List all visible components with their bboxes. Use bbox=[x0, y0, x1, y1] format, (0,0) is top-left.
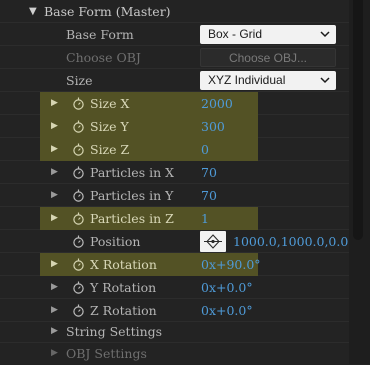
stopwatch-icon[interactable] bbox=[72, 258, 85, 271]
size-z-value[interactable]: 0 bbox=[201, 138, 209, 161]
triangle-down-icon[interactable]: ▼ bbox=[29, 0, 37, 23]
effect-controls-panel: ▼ Base Form (Master) Base Form Box - Gri… bbox=[0, 0, 349, 364]
row-y-rotation: ▶ Y Rotation 0x+0.0° bbox=[0, 276, 349, 299]
section-title: Base Form (Master) bbox=[44, 4, 171, 19]
stopwatch-icon[interactable] bbox=[72, 281, 85, 294]
triangle-right-icon[interactable]: ▶ bbox=[51, 342, 58, 365]
base-form-dropdown[interactable]: Box - Grid bbox=[200, 25, 336, 44]
position-value[interactable]: 1000.0,1000.0,0.0 bbox=[233, 230, 348, 253]
size-label: Size bbox=[66, 73, 93, 88]
choose-obj-label: Choose OBJ bbox=[66, 50, 141, 65]
triangle-right-icon[interactable]: ▶ bbox=[51, 253, 58, 276]
size-x-value[interactable]: 2000 bbox=[201, 92, 233, 115]
triangle-right-icon[interactable]: ▶ bbox=[51, 161, 58, 184]
choose-obj-value: Choose OBJ... bbox=[228, 51, 308, 65]
row-particles-z: ▶ Particles in Z 1 bbox=[0, 207, 349, 230]
triangle-right-icon[interactable]: ▶ bbox=[51, 299, 58, 322]
row-particles-x: ▶ Particles in X 70 bbox=[0, 161, 349, 184]
stopwatch-icon[interactable] bbox=[72, 166, 85, 179]
size-z-label: Size Z bbox=[90, 142, 130, 157]
row-z-rotation: ▶ Z Rotation 0x+0.0° bbox=[0, 299, 349, 322]
row-x-rotation: ▶ X Rotation 0x+90.0° bbox=[0, 253, 349, 276]
particles-z-value[interactable]: 1 bbox=[201, 207, 209, 230]
particles-y-value[interactable]: 70 bbox=[201, 184, 217, 207]
size-y-value[interactable]: 300 bbox=[201, 115, 225, 138]
row-size: Size XYZ Individual bbox=[0, 69, 349, 92]
choose-obj-button[interactable]: Choose OBJ... bbox=[200, 48, 336, 67]
particles-y-label: Particles in Y bbox=[90, 188, 174, 203]
point-picker-button[interactable] bbox=[200, 231, 226, 252]
base-form-label: Base Form bbox=[66, 27, 134, 42]
triangle-right-icon[interactable]: ▶ bbox=[51, 276, 58, 299]
row-size-z: ▶ Size Z 0 bbox=[0, 138, 349, 161]
crosshair-icon bbox=[204, 234, 222, 249]
row-size-x: ▶ Size X 2000 bbox=[0, 92, 349, 115]
triangle-right-icon[interactable]: ▶ bbox=[51, 138, 58, 161]
size-y-label: Size Y bbox=[90, 119, 129, 134]
row-size-y: ▶ Size Y 300 bbox=[0, 115, 349, 138]
size-x-label: Size X bbox=[90, 96, 130, 111]
row-choose-obj: Choose OBJ Choose OBJ... bbox=[0, 46, 349, 69]
obj-settings-label: OBJ Settings bbox=[66, 346, 147, 361]
row-string-settings[interactable]: ▶ String Settings bbox=[0, 320, 349, 343]
chevron-down-icon bbox=[320, 31, 330, 38]
stopwatch-icon[interactable] bbox=[72, 235, 85, 248]
particles-x-value[interactable]: 70 bbox=[201, 161, 217, 184]
scrollbar-thumb[interactable] bbox=[353, 0, 363, 240]
triangle-right-icon[interactable]: ▶ bbox=[51, 184, 58, 207]
particles-z-label: Particles in Z bbox=[90, 211, 174, 226]
string-settings-label: String Settings bbox=[66, 324, 163, 339]
row-base-form: Base Form Box - Grid bbox=[0, 23, 349, 46]
size-dropdown[interactable]: XYZ Individual bbox=[200, 71, 336, 90]
chevron-down-icon bbox=[320, 77, 330, 84]
base-form-value: Box - Grid bbox=[208, 27, 263, 41]
x-rotation-value[interactable]: 0x+90.0° bbox=[201, 253, 261, 276]
section-header-base-form[interactable]: ▼ Base Form (Master) bbox=[0, 0, 349, 23]
y-rotation-value[interactable]: 0x+0.0° bbox=[201, 276, 253, 299]
row-particles-y: ▶ Particles in Y 70 bbox=[0, 184, 349, 207]
row-position: Position 1000.0,1000.0,0.0 bbox=[0, 230, 349, 253]
triangle-right-icon[interactable]: ▶ bbox=[51, 92, 58, 115]
stopwatch-icon[interactable] bbox=[72, 189, 85, 202]
stopwatch-icon[interactable] bbox=[72, 120, 85, 133]
stopwatch-icon[interactable] bbox=[72, 143, 85, 156]
triangle-right-icon[interactable]: ▶ bbox=[51, 207, 58, 230]
stopwatch-icon[interactable] bbox=[72, 304, 85, 317]
z-rotation-label: Z Rotation bbox=[90, 303, 157, 318]
stopwatch-icon[interactable] bbox=[72, 212, 85, 225]
particles-x-label: Particles in X bbox=[90, 165, 175, 180]
size-value: XYZ Individual bbox=[208, 73, 286, 87]
z-rotation-value[interactable]: 0x+0.0° bbox=[201, 299, 253, 322]
y-rotation-label: Y Rotation bbox=[90, 280, 157, 295]
triangle-right-icon[interactable]: ▶ bbox=[51, 320, 58, 343]
triangle-right-icon[interactable]: ▶ bbox=[51, 115, 58, 138]
stopwatch-icon[interactable] bbox=[72, 97, 85, 110]
position-label: Position bbox=[90, 234, 141, 249]
x-rotation-label: X Rotation bbox=[90, 257, 157, 272]
row-obj-settings[interactable]: ▶ OBJ Settings bbox=[0, 342, 349, 365]
